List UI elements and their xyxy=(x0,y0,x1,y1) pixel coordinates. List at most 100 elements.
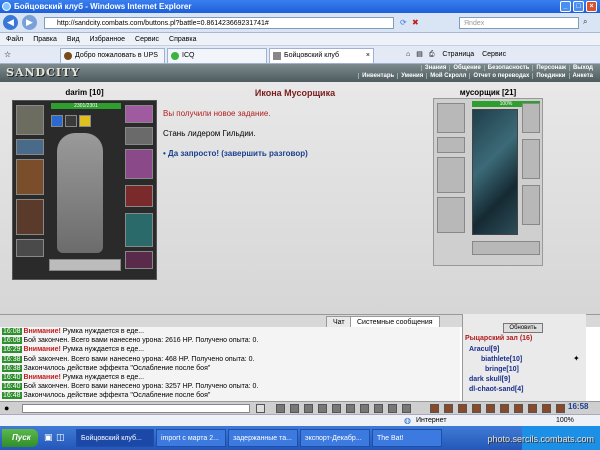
glove-slot[interactable] xyxy=(125,105,153,123)
back-button[interactable]: ◀ xyxy=(3,15,18,30)
belt-items-row[interactable] xyxy=(49,259,121,271)
quest-accept-link[interactable]: • Да запросто! (завершить разговор) xyxy=(163,149,308,158)
user-list-item[interactable]: dark skull[9] xyxy=(469,376,510,383)
tab-combats[interactable]: Бойцовский клуб × xyxy=(269,48,374,63)
nav-communication[interactable]: Общение xyxy=(449,65,484,71)
offhand-slot[interactable] xyxy=(125,185,153,207)
menu-favorites[interactable]: Избранное xyxy=(90,36,125,43)
translit-icon[interactable] xyxy=(332,404,341,413)
item-slot-icon[interactable] xyxy=(556,404,565,413)
task-export[interactable]: экспорт-Декабр... xyxy=(300,429,370,447)
task-thebat[interactable]: The Bat! xyxy=(372,429,442,447)
minimize-button[interactable]: _ xyxy=(560,1,571,12)
search-input[interactable]: Яndex xyxy=(459,17,579,29)
user-list-item[interactable]: Aracul[9] xyxy=(469,346,499,353)
start-button[interactable]: Пуск xyxy=(2,429,38,447)
settings-icon[interactable] xyxy=(374,404,383,413)
task-combats[interactable]: Бойцовский клуб... xyxy=(76,429,154,447)
boots-slot[interactable] xyxy=(125,251,153,269)
weapon-slot[interactable] xyxy=(16,159,44,195)
nav-transfers[interactable]: Отчет о переводах xyxy=(469,73,533,79)
chat-line: 16:48 Закончилось действие эффекта "Осла… xyxy=(2,392,211,400)
quest-objective: Стань лидером Гильдии. xyxy=(163,129,256,138)
maximize-button[interactable]: □ xyxy=(573,1,584,12)
page-menu[interactable]: Страница xyxy=(442,51,474,58)
icq-icon xyxy=(171,52,179,60)
feeds-icon[interactable]: ▤ xyxy=(416,51,423,58)
smiles-icon[interactable] xyxy=(276,404,285,413)
item-slot-icon[interactable] xyxy=(542,404,551,413)
shield-slot[interactable] xyxy=(125,149,153,179)
print-icon[interactable]: ⎙ xyxy=(429,51,435,58)
item-slot-icon[interactable] xyxy=(500,404,509,413)
item-slot-icon[interactable] xyxy=(514,404,523,413)
armor-slot[interactable] xyxy=(16,199,44,235)
nav-character[interactable]: Персонаж xyxy=(532,65,569,71)
nav-security[interactable]: Безопасность xyxy=(483,65,533,71)
player-name[interactable]: darim [10] xyxy=(12,88,157,97)
user-list-item[interactable]: dl-chaot-sand[4] xyxy=(469,386,523,393)
game-header: SANDCITY Знания Общение Безопасность Персон… xyxy=(0,64,600,82)
nav-exit[interactable]: Выход xyxy=(568,65,596,71)
scroll-icon[interactable] xyxy=(346,404,355,413)
amulet-slot[interactable] xyxy=(16,139,44,155)
forward-button[interactable]: ▶ xyxy=(22,15,37,30)
help-icon[interactable] xyxy=(388,404,397,413)
home-icon[interactable]: ⌂ xyxy=(406,51,410,58)
refresh-icon[interactable]: ⟳ xyxy=(400,18,407,27)
menu-file[interactable]: Файл xyxy=(6,36,23,43)
nav-knowledge[interactable]: Знания xyxy=(420,65,450,71)
tab-close-icon[interactable]: × xyxy=(366,49,370,63)
send-icon[interactable] xyxy=(256,404,265,413)
music-icon[interactable] xyxy=(360,404,369,413)
item-slot-icon[interactable] xyxy=(458,404,467,413)
enemy-legs-slot xyxy=(522,185,540,225)
tools-menu[interactable]: Сервис xyxy=(482,51,506,58)
bracer-slot[interactable] xyxy=(125,127,153,145)
ring-slot-2[interactable] xyxy=(65,115,77,127)
tab-ups[interactable]: Добро пожаловать в UPS xyxy=(60,48,165,63)
url-field[interactable]: http://sandcity.combats.com/buttons.pl?b… xyxy=(44,17,394,29)
item-slot-icon[interactable] xyxy=(486,404,495,413)
nav-scroll[interactable]: Мой Скролл xyxy=(426,73,470,79)
item-slot-icon[interactable] xyxy=(528,404,537,413)
favorites-star-icon[interactable]: ☆ xyxy=(4,50,11,59)
item-slot-icon[interactable] xyxy=(472,404,481,413)
game-main: darim [10] 2301/2301 Икона Мусорщика Вы … xyxy=(0,82,600,314)
refresh-button[interactable]: Обновить xyxy=(503,323,543,333)
quicklaunch-icon[interactable]: ◫ xyxy=(56,432,65,443)
enemy-avatar xyxy=(472,109,518,235)
ring-slot-1[interactable] xyxy=(51,115,63,127)
user-list-item[interactable]: biathlete[10] xyxy=(481,356,522,363)
menu-tools[interactable]: Сервис xyxy=(135,36,159,43)
menu-view[interactable]: Вид xyxy=(67,36,80,43)
task-import[interactable]: import с марта 2... xyxy=(156,429,226,447)
menu-edit[interactable]: Правка xyxy=(33,36,57,43)
nav-profile[interactable]: Анкета xyxy=(568,73,596,79)
nav-inventory[interactable]: Инвентарь xyxy=(358,73,398,79)
stop-icon[interactable]: ✖ xyxy=(412,18,419,27)
legs-slot[interactable] xyxy=(125,213,153,247)
user-list-item[interactable]: bringe[10] xyxy=(485,366,519,373)
enemy-name[interactable]: мусорщик [21] xyxy=(433,88,543,97)
quicklaunch-icon[interactable]: ▣ xyxy=(44,432,53,443)
nav-battles[interactable]: Поединки xyxy=(532,73,569,79)
nav-skills[interactable]: Умения xyxy=(397,73,427,79)
close-button[interactable]: × xyxy=(586,1,597,12)
chat-message-input[interactable] xyxy=(22,404,250,413)
search-icon[interactable]: ⌕ xyxy=(583,17,587,27)
enemy-weapon-slot xyxy=(437,157,465,193)
item-slot-icon[interactable] xyxy=(430,404,439,413)
menu-help[interactable]: Справка xyxy=(169,36,196,43)
filter-icon[interactable] xyxy=(304,404,313,413)
ring-slot-3[interactable] xyxy=(79,115,91,127)
sound-icon[interactable] xyxy=(318,404,327,413)
item-slot-icon[interactable] xyxy=(444,404,453,413)
exit-chat-icon[interactable] xyxy=(402,404,411,413)
task-detained[interactable]: задержанные та... xyxy=(228,429,298,447)
clear-icon[interactable] xyxy=(290,404,299,413)
tab-icq[interactable]: ICQ xyxy=(167,48,267,63)
chat-mode-icon[interactable]: ● xyxy=(4,403,9,413)
helmet-slot[interactable] xyxy=(16,105,44,135)
belt-slot[interactable] xyxy=(16,239,44,257)
